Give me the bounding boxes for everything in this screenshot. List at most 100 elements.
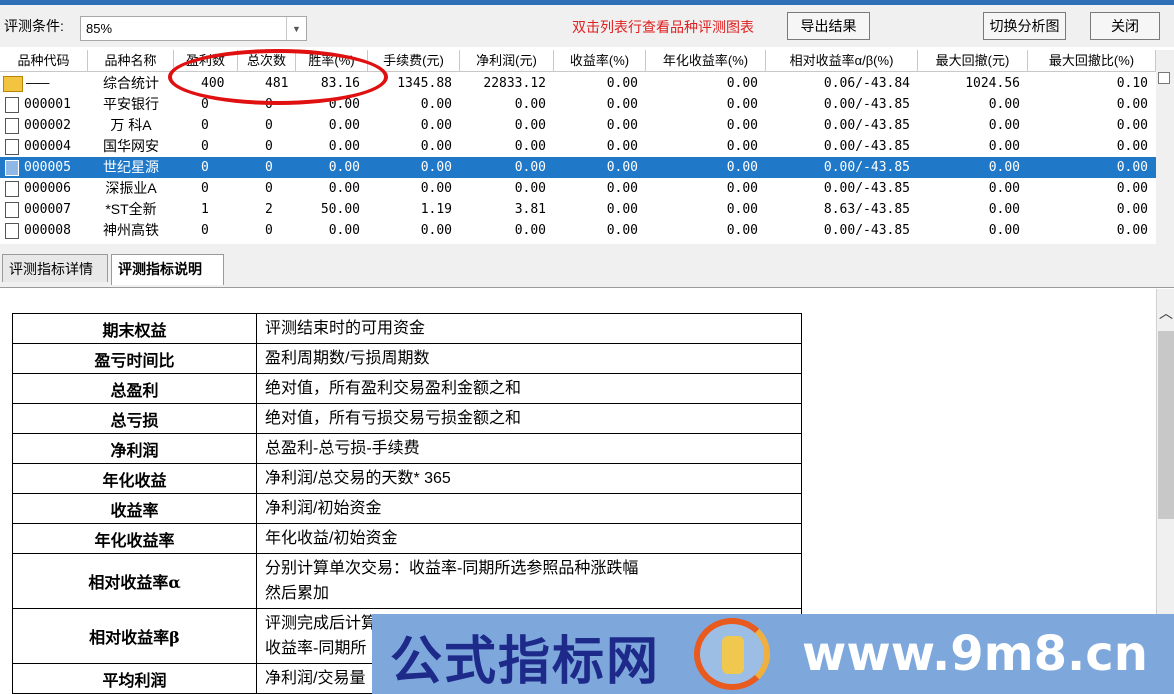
cell-fee: 0.00: [420, 118, 452, 133]
definition-desc: 绝对值，所有亏损交易亏损金额之和: [256, 403, 802, 434]
column-header[interactable]: 品种代码: [0, 50, 88, 72]
definition-row: 年化收益 净利润/总交易的天数* 365: [12, 463, 802, 494]
definition-desc: 盈利周期数/亏损周期数: [256, 343, 802, 374]
cell-annual: 0.00: [726, 139, 758, 154]
column-header[interactable]: 品种名称: [88, 50, 174, 72]
cell-rel: 8.63/-43.85: [823, 202, 910, 217]
scrollbar-thumb[interactable]: [1158, 331, 1174, 519]
cell-ret: 0.00: [606, 160, 638, 175]
cell-ret: 0.00: [606, 139, 638, 154]
cell-fee: 1.19: [420, 202, 452, 217]
column-header[interactable]: 最大回撤比(%): [1028, 50, 1156, 72]
stock-file-icon: [5, 139, 19, 155]
definition-desc: 分别计算单次交易：收益率-同期所选参照品种涨跌幅 然后累加: [256, 553, 802, 609]
cell-win: 0: [201, 118, 209, 133]
cell-rel: 0.06/-43.84: [823, 76, 910, 91]
definition-desc: 评测结束时的可用资金: [256, 313, 802, 344]
column-header[interactable]: 最大回撤(元): [918, 50, 1028, 72]
cell-name: 万 科A: [110, 117, 152, 133]
close-button[interactable]: 关闭: [1090, 12, 1160, 40]
cell-total: 2: [265, 202, 273, 217]
table-row[interactable]: 000008 神州高铁 0 0 0.00 0.00 0.00 0.00 0.00 0.00/-43…: [0, 220, 1156, 241]
condition-select[interactable]: 85% ▼: [80, 16, 307, 41]
cell-annual: 0.00: [726, 223, 758, 238]
export-button[interactable]: 导出结果: [787, 12, 870, 40]
cell-dd: 1024.56: [965, 76, 1020, 91]
definition-term: 相对收益率α: [12, 553, 257, 609]
switch-chart-button[interactable]: 切换分析图: [983, 12, 1066, 40]
cell-win: 0: [201, 160, 209, 175]
column-header[interactable]: 年化收益率(%): [646, 50, 766, 72]
cell-code: 000006: [24, 181, 71, 196]
cell-code: 000002: [24, 118, 71, 133]
column-header[interactable]: 收益率(%): [554, 50, 646, 72]
definition-line: 盈利周期数/亏损周期数: [265, 350, 430, 367]
table-row[interactable]: 000001 平安银行 0 0 0.00 0.00 0.00 0.00 0.00 0.00/-43…: [0, 94, 1156, 115]
cell-ret: 0.00: [606, 181, 638, 196]
cell-fee: 0.00: [420, 223, 452, 238]
cell-ddr: 0.00: [1116, 181, 1148, 196]
chevron-down-icon[interactable]: ▼: [286, 17, 306, 40]
cell-name: 神州高铁: [103, 222, 159, 238]
definition-desc: 绝对值，所有盈利交易盈利金额之和: [256, 373, 802, 404]
tab-indicator-detail[interactable]: 评测指标详情: [2, 254, 108, 282]
definition-row: 净利润 总盈利-总亏损-手续费: [12, 433, 802, 464]
table-row[interactable]: 000002 万 科A 0 0 0.00 0.00 0.00 0.00 0.00 0.00/-43…: [0, 115, 1156, 136]
cell-name: 世纪星源: [103, 159, 159, 175]
cell-profit: 0.00: [514, 160, 546, 175]
summary-icon: [3, 76, 23, 92]
condition-label: 评测条件:: [4, 18, 64, 34]
cell-fee: 0.00: [420, 160, 452, 175]
cell-win: 0: [201, 139, 209, 154]
cell-name: 国华网安: [103, 138, 159, 154]
watermark-banner: 公式指标网 www.9m8.cn: [372, 614, 1174, 694]
column-header[interactable]: 净利润(元): [460, 50, 554, 72]
tab-bar: 评测指标详情 评测指标说明: [0, 244, 1174, 288]
cell-ret: 0.00: [606, 202, 638, 217]
stock-file-icon: [5, 181, 19, 197]
definition-term: 盈亏时间比: [12, 343, 257, 374]
column-header[interactable]: 相对收益率α/β(%): [766, 50, 918, 72]
cell-fee: 0.00: [420, 181, 452, 196]
stock-file-icon: [5, 202, 19, 218]
cell-rel: 0.00/-43.85: [823, 181, 910, 196]
cell-profit: 22833.12: [483, 76, 546, 91]
table-row[interactable]: 000006 深振业A 0 0 0.00 0.00 0.00 0.00 0.00 0.00/-43…: [0, 178, 1156, 199]
cell-profit: 0.00: [514, 139, 546, 154]
definition-row: 总盈利 绝对值，所有盈利交易盈利金额之和: [12, 373, 802, 404]
cell-total: 0: [265, 118, 273, 133]
cell-profit: 0.00: [514, 181, 546, 196]
definition-term: 年化收益: [12, 463, 257, 494]
definition-desc: 净利润/总交易的天数* 365: [256, 463, 802, 494]
cell-profit: 0.00: [514, 223, 546, 238]
chevron-up-icon[interactable]: ︿: [1159, 303, 1173, 323]
cell-ret: 0.00: [606, 223, 638, 238]
cell-annual: 0.00: [726, 118, 758, 133]
grid-checkbox[interactable]: [1158, 72, 1170, 84]
definition-term: 平均利润: [12, 663, 257, 694]
cell-dd: 0.00: [988, 118, 1020, 133]
definition-row: 盈亏时间比 盈利周期数/亏损周期数: [12, 343, 802, 374]
cell-win: 0: [201, 181, 209, 196]
definition-term: 总亏损: [12, 403, 257, 434]
definition-line: 年化收益/初始资金: [265, 530, 398, 547]
cell-fee: 0.00: [420, 139, 452, 154]
cell-name: 深振业A: [105, 180, 157, 196]
cell-total: 0: [265, 181, 273, 196]
definition-row: 相对收益率α 分别计算单次交易：收益率-同期所选参照品种涨跌幅 然后累加: [12, 553, 802, 609]
tab-indicator-explain[interactable]: 评测指标说明: [111, 254, 224, 285]
banner-title: 公式指标网: [390, 632, 661, 692]
cell-dd: 0.00: [988, 181, 1020, 196]
cell-ddr: 0.00: [1116, 97, 1148, 112]
table-row[interactable]: 000004 国华网安 0 0 0.00 0.00 0.00 0.00 0.00 0.00/-43…: [0, 136, 1156, 157]
cell-code: 000008: [24, 223, 71, 238]
definition-row: 期末权益 评测结束时的可用资金: [12, 313, 802, 344]
cell-ddr: 0.00: [1116, 160, 1148, 175]
toolbar: 评测条件: 85% ▼ 双击列表行查看品种评测图表 导出结果 切换分析图 关闭: [0, 5, 1174, 47]
table-row[interactable]: 000007 *ST全新 1 2 50.00 1.19 3.81 0.00 0.00 8.63/-…: [0, 199, 1156, 220]
table-row[interactable]: 000005 世纪星源 0 0 0.00 0.00 0.00 0.00 0.00 0.00/-43…: [0, 157, 1156, 178]
definition-term: 相对收益率β: [12, 608, 257, 664]
cell-dd: 0.00: [988, 139, 1020, 154]
cell-ddr: 0.10: [1116, 76, 1148, 91]
cell-rate: 0.00: [328, 223, 360, 238]
